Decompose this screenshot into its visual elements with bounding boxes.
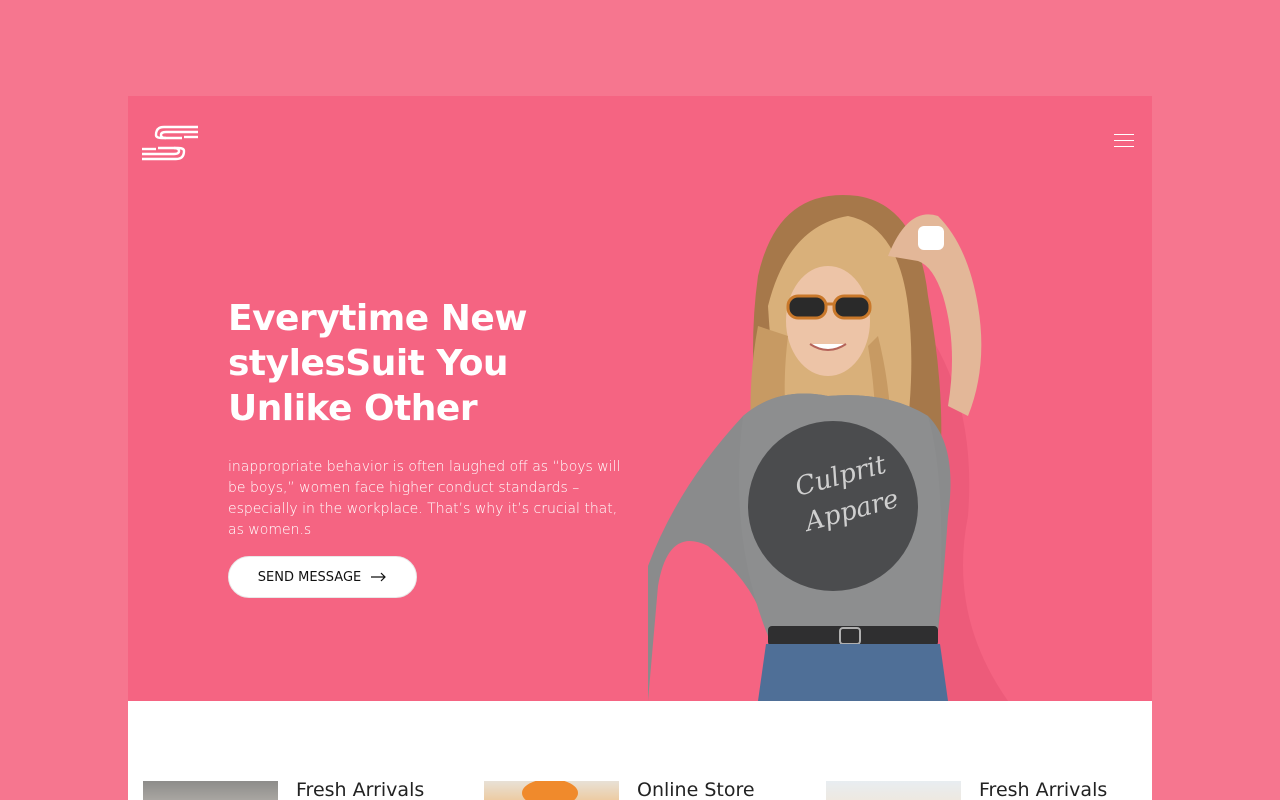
hero-section: Everytime New stylesSuit You Unlike Othe… (128, 96, 1152, 701)
hero-model-image: Culprit Appare (648, 195, 1008, 701)
card-thumbnail (484, 779, 619, 800)
feature-cards-section: Fresh Arrivals Online Store Fresh Arriva… (128, 701, 1152, 800)
menu-line (1114, 140, 1134, 141)
card-title: Fresh Arrivals (979, 779, 1108, 800)
hero-title: Everytime New stylesSuit You Unlike Othe… (228, 298, 528, 429)
page-frame: Everytime New stylesSuit You Unlike Othe… (128, 96, 1152, 800)
arrow-right-icon (371, 572, 387, 582)
send-message-label: SEND MESSAGE (257, 569, 362, 585)
s-stripes-logo-icon[interactable] (142, 125, 198, 161)
card-title: Online Store (637, 779, 755, 800)
hero-description: inappropriate behavior is often laughed … (228, 459, 621, 538)
card-thumbnail (826, 781, 961, 800)
menu-line (1114, 134, 1134, 135)
hamburger-menu-icon[interactable] (1114, 134, 1134, 150)
card-thumbnail (143, 781, 278, 800)
menu-line (1114, 146, 1134, 147)
orange-hat-shape (522, 779, 578, 800)
send-message-button[interactable]: SEND MESSAGE (228, 556, 417, 598)
card-title: Fresh Arrivals (296, 779, 425, 800)
hero-text-block: Everytime New stylesSuit You Unlike Othe… (228, 296, 628, 541)
